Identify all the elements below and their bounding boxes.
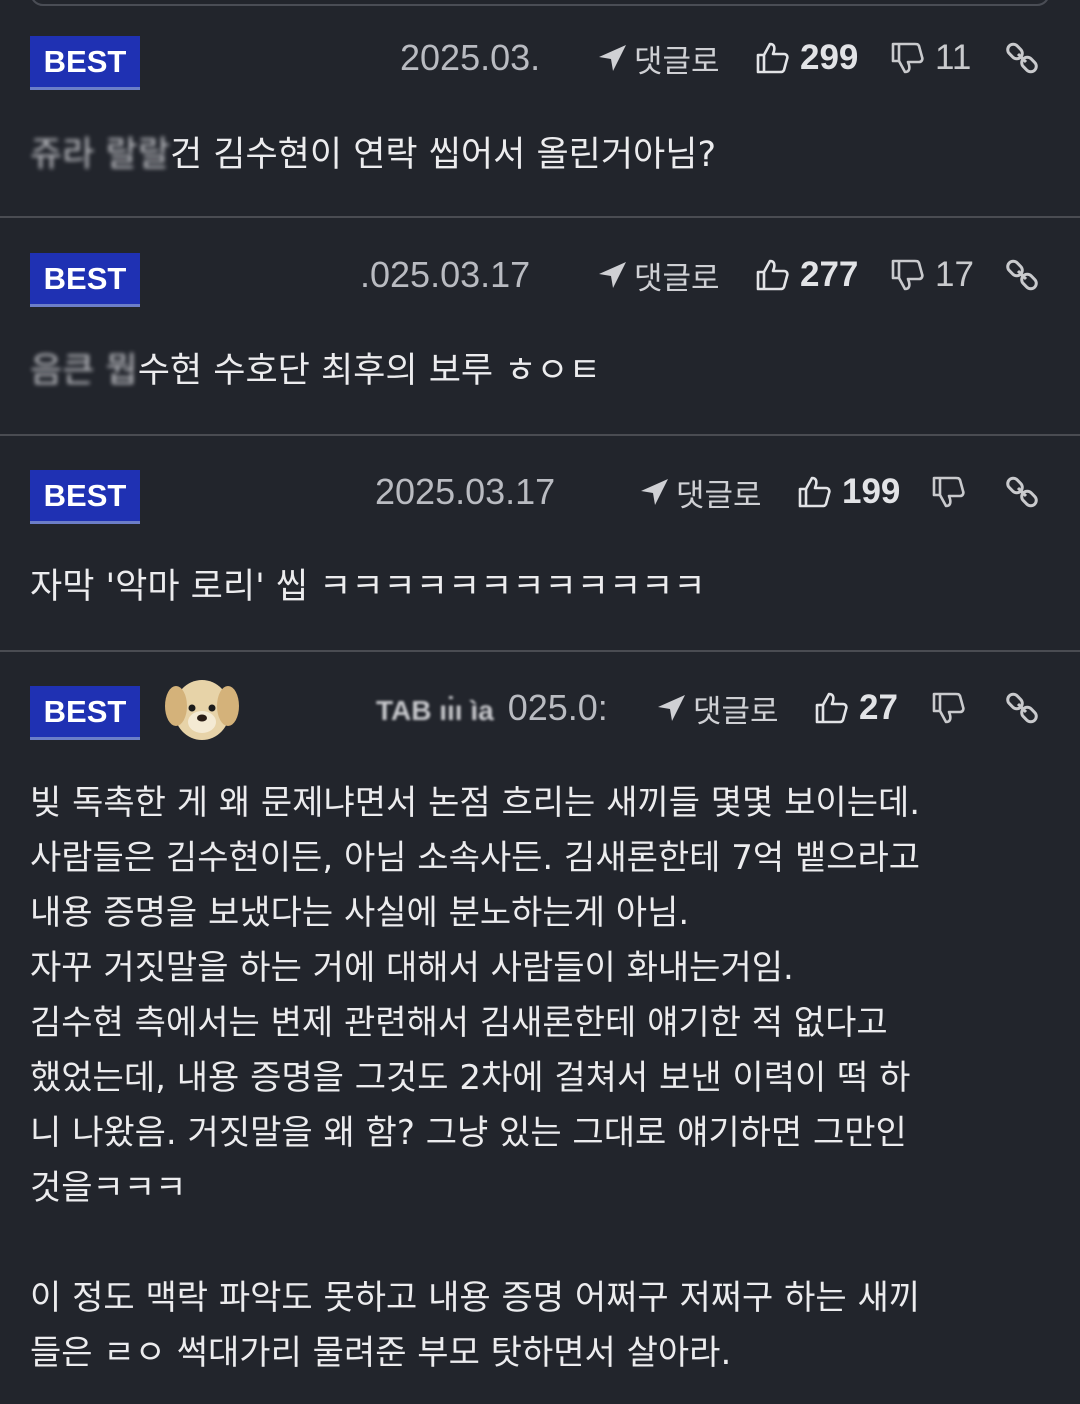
comment-text: 빚 독촉한 게 왜 문제냐면서 논점 흐리는 새끼들 몇몇 보이는데. 사람들은… bbox=[30, 783, 921, 1373]
dislike-button[interactable]: 11 bbox=[889, 38, 971, 78]
like-count: 199 bbox=[842, 472, 901, 511]
like-count: 27 bbox=[859, 688, 898, 727]
best-badge: BEST bbox=[30, 470, 140, 524]
divider bbox=[0, 216, 1080, 218]
link-icon[interactable] bbox=[1004, 257, 1040, 293]
date-text: .025.03.17 bbox=[360, 254, 531, 295]
dislike-button[interactable] bbox=[930, 472, 976, 512]
dislike-count: 11 bbox=[935, 38, 972, 77]
comment-text: 쥬라 랄랄건 김수현이 연락 씹어서 올린거아님? bbox=[30, 135, 717, 175]
like-count: 277 bbox=[800, 255, 859, 294]
thumbs-up-icon bbox=[756, 42, 789, 74]
like-button[interactable]: 199 bbox=[796, 472, 900, 512]
link-icon[interactable] bbox=[1004, 690, 1040, 726]
like-button[interactable]: 299 bbox=[754, 38, 858, 78]
dislike-count: 17 bbox=[935, 255, 974, 294]
reply-label: 댓글로 bbox=[634, 43, 720, 80]
avatar[interactable] bbox=[162, 676, 242, 742]
best-badge: BEST bbox=[30, 253, 140, 307]
date-text: 2025.03.17 bbox=[375, 471, 556, 512]
link-icon[interactable] bbox=[1004, 40, 1040, 76]
comment-text: 자막 '악마 로리' 씹 ㅋㅋㅋㅋㅋㅋㅋㅋㅋㅋㅋㅋ bbox=[30, 567, 706, 607]
like-count: 299 bbox=[800, 38, 859, 77]
blurred-username: TAB ıı̇ı ìa bbox=[376, 695, 494, 726]
reply-label: 댓글로 bbox=[693, 693, 779, 730]
dislike-button[interactable]: 17 bbox=[889, 255, 974, 295]
reply-button[interactable]: 댓글로 bbox=[655, 688, 779, 730]
best-badge: BEST bbox=[30, 36, 140, 90]
reply-arrow-icon bbox=[641, 479, 668, 505]
comment-text: 음큰 뭡수현 수호단 최후의 보루 ㅎㅇㅌ bbox=[30, 351, 601, 391]
blurred-text: 쥬라 랄랄 bbox=[30, 135, 170, 175]
reply-arrow-icon bbox=[658, 695, 685, 721]
like-button[interactable]: 27 bbox=[813, 688, 898, 728]
divider bbox=[0, 434, 1080, 436]
divider bbox=[0, 650, 1080, 652]
comment-date: TAB ıı̇ı ìa 025.0: bbox=[376, 688, 608, 731]
thumbs-down-icon bbox=[932, 692, 965, 724]
thumbs-down-icon bbox=[891, 42, 924, 74]
reply-arrow-icon bbox=[599, 45, 626, 71]
thumbs-up-icon bbox=[756, 259, 789, 291]
reply-button[interactable]: 댓글로 bbox=[638, 472, 762, 514]
thumbs-up-icon bbox=[798, 476, 831, 508]
date-text: 2025.03. bbox=[400, 37, 541, 78]
dislike-button[interactable] bbox=[930, 688, 976, 728]
best-badge: BEST bbox=[30, 686, 140, 740]
thumbs-down-icon bbox=[932, 476, 965, 508]
reply-button[interactable]: 댓글로 bbox=[596, 255, 720, 297]
reply-label: 댓글로 bbox=[634, 260, 720, 297]
thumbs-up-icon bbox=[815, 692, 848, 724]
reply-label: 댓글로 bbox=[676, 477, 762, 514]
like-button[interactable]: 277 bbox=[754, 255, 858, 295]
thumbs-down-icon bbox=[891, 259, 924, 291]
date-text: 025.0: bbox=[507, 687, 608, 728]
blurred-text: 음큰 뭡 bbox=[30, 351, 138, 391]
reply-button[interactable]: 댓글로 bbox=[596, 38, 720, 80]
comment-date: 2025.03. bbox=[378, 38, 540, 81]
link-icon[interactable] bbox=[1004, 474, 1040, 510]
reply-arrow-icon bbox=[599, 262, 626, 288]
previous-card-edge bbox=[30, 0, 1050, 6]
